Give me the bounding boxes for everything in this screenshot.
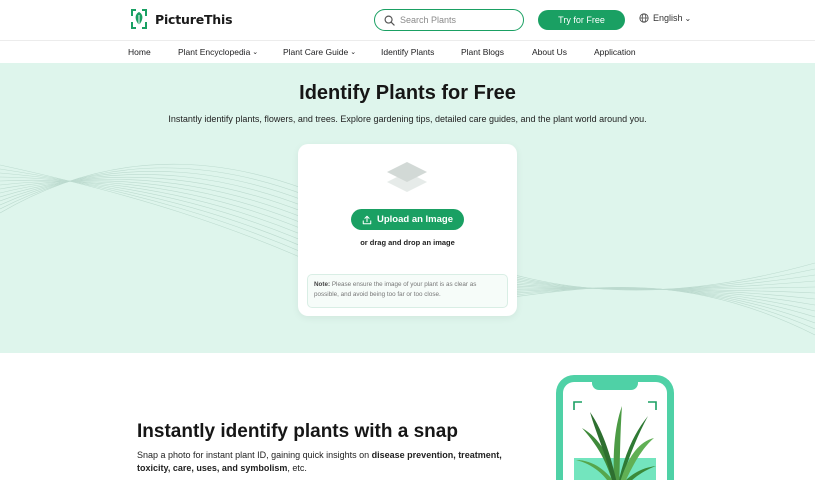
nav-item-label: Plant Care Guide xyxy=(283,47,349,57)
phone-illustration xyxy=(556,375,674,480)
feature-description: Snap a photo for instant plant ID, gaini… xyxy=(137,449,537,475)
brand-logo[interactable]: PictureThis xyxy=(128,8,233,30)
nav-item-home[interactable]: Home xyxy=(128,47,151,57)
nav-item-identify-plants[interactable]: Identify Plants xyxy=(381,47,434,57)
feature-title: Instantly identify plants with a snap xyxy=(137,421,458,442)
nav-item-label: Plant Blogs xyxy=(461,47,504,57)
phone-notch xyxy=(592,382,638,390)
feature-text-end: , etc. xyxy=(287,463,307,474)
nav-item-application[interactable]: Application xyxy=(594,47,636,57)
try-for-free-button[interactable]: Try for Free xyxy=(538,10,625,30)
language-selector[interactable]: English ⌄ xyxy=(639,13,691,23)
chevron-down-icon: ⌄ xyxy=(350,49,357,56)
upload-dropzone[interactable]: Upload an Image or drag and drop an imag… xyxy=(298,144,517,316)
upload-note: Note: Please ensure the image of your pl… xyxy=(307,274,508,308)
page-title: Identify Plants for Free xyxy=(299,82,516,104)
chevron-down-icon: ⌄ xyxy=(252,49,259,56)
nav-item-plant-care-guide[interactable]: Plant Care Guide ⌄ xyxy=(283,47,356,57)
brand-name: PictureThis xyxy=(155,11,233,27)
language-label: English xyxy=(653,13,683,23)
chevron-down-icon: ⌄ xyxy=(684,13,692,23)
nav-item-label: Plant Encyclopedia xyxy=(178,47,251,57)
upload-button-label: Upload an Image xyxy=(376,214,453,225)
drag-drop-hint: or drag and drop an image xyxy=(360,238,455,247)
nav-item-label: Identify Plants xyxy=(381,47,435,57)
nav-item-label: About Us xyxy=(532,47,567,57)
nav-item-plant-blogs[interactable]: Plant Blogs xyxy=(461,47,504,57)
upload-icon xyxy=(362,215,372,224)
search-box[interactable] xyxy=(374,9,524,31)
top-header: PictureThis Try for Free English ⌄ xyxy=(0,0,815,40)
nav-item-label: Application xyxy=(594,47,636,57)
leaf-logo-icon xyxy=(131,9,147,29)
globe-icon xyxy=(639,13,649,23)
search-icon xyxy=(384,15,395,26)
nav-item-about-us[interactable]: About Us xyxy=(532,47,567,57)
note-text: Please ensure the image of your plant is… xyxy=(314,281,477,299)
page-subtitle: Instantly identify plants, flowers, and … xyxy=(168,114,647,124)
layers-icon xyxy=(387,162,427,192)
nav-item-plant-encyclopedia[interactable]: Plant Encyclopedia ⌄ xyxy=(178,47,258,57)
upload-image-button[interactable]: Upload an Image xyxy=(351,209,464,230)
search-input[interactable] xyxy=(400,15,510,25)
hero-section: Identify Plants for Free Instantly ident… xyxy=(0,63,815,353)
note-label: Note: xyxy=(314,281,331,288)
plant-photo-illustration xyxy=(573,401,657,480)
main-nav: Home Plant Encyclopedia ⌄ Plant Care Gui… xyxy=(0,40,815,63)
nav-item-label: Home xyxy=(128,47,151,57)
feature-text-start: Snap a photo for instant plant ID, gaini… xyxy=(137,450,372,460)
